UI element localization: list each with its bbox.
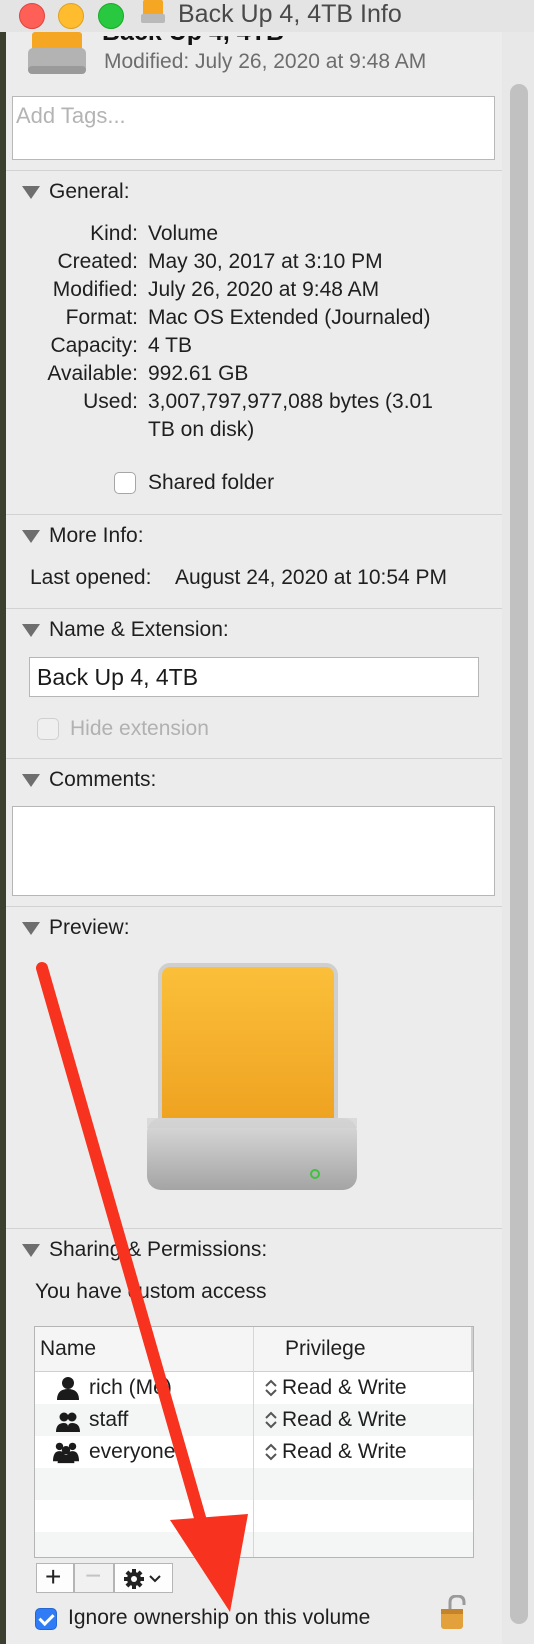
shared-folder-label: Shared folder xyxy=(148,471,275,494)
everyone-name: everyone xyxy=(89,1440,176,1463)
user-name: rich (Me) xyxy=(89,1376,172,1399)
up-down-icon[interactable] xyxy=(264,1442,278,1462)
drive-header-icon xyxy=(28,32,86,74)
add-symbol: + xyxy=(45,1561,62,1592)
group-privilege[interactable]: Read & Write xyxy=(282,1404,407,1436)
used-value: 3,007,797,977,088 bytes (3.01 xyxy=(148,390,433,413)
name-field-value: Back Up 4, 4TB xyxy=(37,664,199,690)
user-privilege[interactable]: Read & Write xyxy=(282,1372,407,1404)
available-label: Available: xyxy=(47,362,138,385)
tags-placeholder: Add Tags... xyxy=(16,103,126,128)
lock-icon[interactable] xyxy=(440,1595,470,1631)
empty-row xyxy=(35,1468,473,1500)
section-more-info-title[interactable]: More Info: xyxy=(49,524,144,548)
used-value-continued: TB on disk) xyxy=(148,418,255,441)
remove-symbol: − xyxy=(85,1560,102,1591)
created-label: Created: xyxy=(57,250,138,273)
created-value: May 30, 2017 at 3:10 PM xyxy=(148,250,383,273)
section-general-title[interactable]: General: xyxy=(49,180,130,204)
divider xyxy=(6,608,502,609)
table-row[interactable]: staff Read & Write xyxy=(35,1404,473,1436)
disclosure-triangle-icon[interactable] xyxy=(22,774,40,787)
minimize-button[interactable] xyxy=(58,3,84,29)
name-header-label: Name xyxy=(40,1337,97,1360)
kind-value: Volume xyxy=(148,222,219,245)
empty-row xyxy=(35,1532,473,1557)
privilege-header-label: Privilege xyxy=(285,1337,366,1360)
up-down-icon[interactable] xyxy=(264,1410,278,1430)
access-text: You have custom access xyxy=(35,1280,267,1303)
section-comments-title[interactable]: Comments: xyxy=(49,768,156,792)
name-column-header[interactable]: Name xyxy=(35,1327,253,1372)
scrollbar-thumb[interactable] xyxy=(510,84,528,1624)
format-label: Format: xyxy=(65,306,138,329)
add-user-button[interactable]: + xyxy=(36,1561,74,1593)
divider xyxy=(6,170,502,171)
header-resize-handle xyxy=(471,1327,473,1371)
section-preview-title[interactable]: Preview: xyxy=(49,916,130,940)
disclosure-triangle-icon[interactable] xyxy=(22,186,40,199)
divider xyxy=(6,906,502,907)
everyone-privilege[interactable]: Read & Write xyxy=(282,1436,407,1468)
available-value: 992.61 GB xyxy=(148,362,249,385)
name-field[interactable]: Back Up 4, 4TB xyxy=(29,657,479,697)
shared-folder-checkbox[interactable] xyxy=(114,472,136,494)
permissions-table: Name Privilege rich (Me) Read & Write st… xyxy=(34,1326,474,1558)
hide-extension-label: Hide extension xyxy=(70,717,209,740)
ignore-ownership-checkbox[interactable] xyxy=(35,1608,57,1630)
last-opened-label: Last opened: xyxy=(30,566,152,589)
window-title: Back Up 4, 4TB Info xyxy=(178,0,402,28)
format-value: Mac OS Extended (Journaled) xyxy=(148,306,431,329)
used-label: Used: xyxy=(83,390,138,413)
drive-title-icon xyxy=(141,0,165,23)
privilege-column-header[interactable]: Privilege xyxy=(254,1327,473,1372)
gear-icon xyxy=(124,1569,161,1589)
empty-row xyxy=(35,1500,473,1532)
ignore-ownership-label: Ignore ownership on this volume xyxy=(68,1606,371,1629)
kind-label: Kind: xyxy=(90,222,138,245)
disclosure-triangle-icon[interactable] xyxy=(22,1244,40,1257)
divider xyxy=(6,514,502,515)
zoom-button[interactable] xyxy=(98,3,124,29)
close-button[interactable] xyxy=(19,3,45,29)
group-name: staff xyxy=(89,1408,129,1431)
section-sharing-title[interactable]: Sharing & Permissions: xyxy=(49,1238,267,1262)
tags-field[interactable]: Add Tags... xyxy=(12,96,495,160)
remove-user-button[interactable]: − xyxy=(74,1560,114,1593)
drive-preview-icon xyxy=(147,963,357,1190)
header-modified: Modified: July 26, 2020 at 9:48 AM xyxy=(104,50,427,73)
capacity-value: 4 TB xyxy=(148,334,192,357)
modified-value: July 26, 2020 at 9:48 AM xyxy=(148,278,380,301)
table-row[interactable]: everyone Read & Write xyxy=(35,1436,473,1468)
section-name-extension-title[interactable]: Name & Extension: xyxy=(49,618,229,642)
everyone-icon xyxy=(53,1442,79,1464)
comments-field[interactable] xyxy=(12,806,495,896)
divider xyxy=(6,758,502,759)
divider xyxy=(6,1228,502,1229)
column-separator xyxy=(253,1327,254,1557)
capacity-label: Capacity: xyxy=(50,334,138,357)
disclosure-triangle-icon[interactable] xyxy=(22,922,40,935)
hide-extension-checkbox[interactable] xyxy=(37,718,59,740)
action-menu-button[interactable] xyxy=(114,1563,173,1593)
group-icon xyxy=(56,1412,80,1432)
last-opened-value: August 24, 2020 at 10:54 PM xyxy=(175,566,448,589)
disclosure-triangle-icon[interactable] xyxy=(22,624,40,637)
modified-label: Modified: xyxy=(52,278,138,301)
disclosure-triangle-icon[interactable] xyxy=(22,530,40,543)
up-down-icon[interactable] xyxy=(264,1378,278,1398)
user-icon xyxy=(57,1377,79,1400)
table-row[interactable]: rich (Me) Read & Write xyxy=(35,1372,473,1404)
